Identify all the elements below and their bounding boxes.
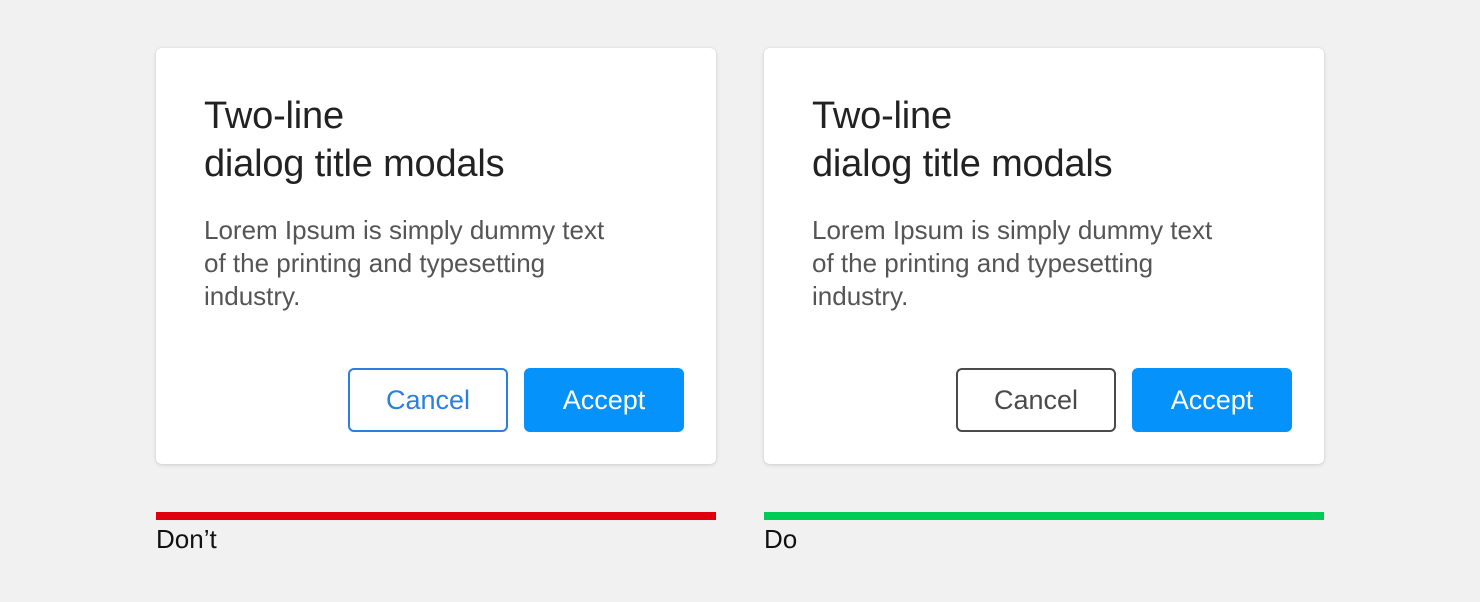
guideline-canvas: Two-line dialog title modals Lorem Ipsum… [0,0,1480,602]
dialog-body-line: of the printing and typesetting [812,248,1154,278]
dialog-title: Two-line dialog title modals [204,92,674,188]
do-indicator-bar [764,512,1324,520]
dialog-actions: Cancel Accept [956,368,1292,432]
dialog-modal: Two-line dialog title modals Lorem Ipsum… [764,48,1324,464]
dont-indicator-bar [156,512,716,520]
do-example: Two-line dialog title modals Lorem Ipsum… [764,48,1324,554]
dialog-title-line: Two-line [204,95,344,137]
dialog-title-line: dialog title modals [812,143,1113,185]
dont-example: Two-line dialog title modals Lorem Ipsum… [156,48,716,554]
dialog-body: Lorem Ipsum is simply dummy text of the … [812,214,1282,313]
dialog-body-line: industry. [204,281,301,311]
dialog-body-line: Lorem Ipsum is simply dummy text [812,215,1213,245]
dialog-title-line: Two-line [812,95,952,137]
accept-button[interactable]: Accept [1132,368,1292,432]
dialog-title-line: dialog title modals [204,143,505,185]
verdict-label: Do [764,524,798,554]
cancel-button[interactable]: Cancel [956,368,1116,432]
dialog-body-line: of the printing and typesetting [204,248,546,278]
accept-button[interactable]: Accept [524,368,684,432]
dialog-body-line: industry. [812,281,909,311]
cancel-button[interactable]: Cancel [348,368,508,432]
dialog-body-line: Lorem Ipsum is simply dummy text [204,215,605,245]
verdict-label: Don’t [156,524,217,554]
dialog-body: Lorem Ipsum is simply dummy text of the … [204,214,674,313]
dialog-modal: Two-line dialog title modals Lorem Ipsum… [156,48,716,464]
dialog-title: Two-line dialog title modals [812,92,1282,188]
dialog-actions: Cancel Accept [348,368,684,432]
